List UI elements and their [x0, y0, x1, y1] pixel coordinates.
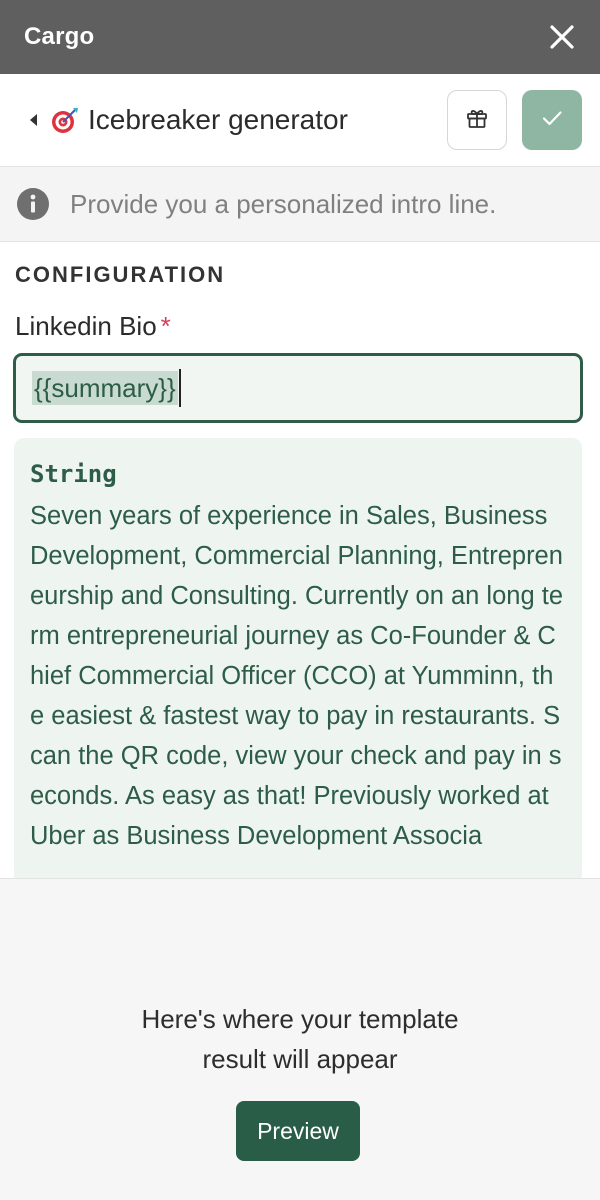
configuration-heading: CONFIGURATION [15, 262, 226, 287]
gift-button[interactable] [447, 90, 507, 150]
dart-target-icon [50, 105, 80, 135]
linkedin-bio-input[interactable]: {{summary}} [13, 353, 583, 423]
gift-icon [466, 107, 488, 134]
close-icon[interactable] [546, 21, 578, 53]
result-placeholder-text: Here's where your template result will a… [0, 999, 600, 1079]
tool-title: Icebreaker generator [88, 104, 348, 135]
value-type-label: String [30, 460, 117, 488]
resolved-value-text: Seven years of experience in Sales, Busi… [30, 502, 563, 850]
linkedin-bio-label: Linkedin Bio * [15, 311, 171, 342]
text-caret [178, 369, 181, 407]
required-mark: * [160, 311, 171, 341]
window-titlebar: Cargo [0, 0, 600, 74]
check-icon [541, 109, 563, 132]
confirm-button[interactable] [522, 90, 582, 150]
result-hint: Here's where your template result will a… [141, 1004, 459, 1074]
preview-button[interactable]: Preview [236, 1101, 360, 1161]
tool-header: Icebreaker generator [0, 74, 600, 167]
resolved-value-panel: String Seven years of experience in Sale… [14, 438, 582, 878]
info-banner: Provide you a personalized intro line. [0, 167, 600, 242]
linkedin-bio-value: {{summary}} [32, 371, 178, 405]
linkedin-bio-label-text: Linkedin Bio [15, 311, 157, 341]
app-name: Cargo [24, 23, 95, 50]
caret-left-icon[interactable] [26, 110, 40, 130]
info-icon [16, 187, 50, 221]
info-text: Provide you a personalized intro line. [70, 188, 497, 219]
result-panel: Here's where your template result will a… [0, 878, 600, 1200]
